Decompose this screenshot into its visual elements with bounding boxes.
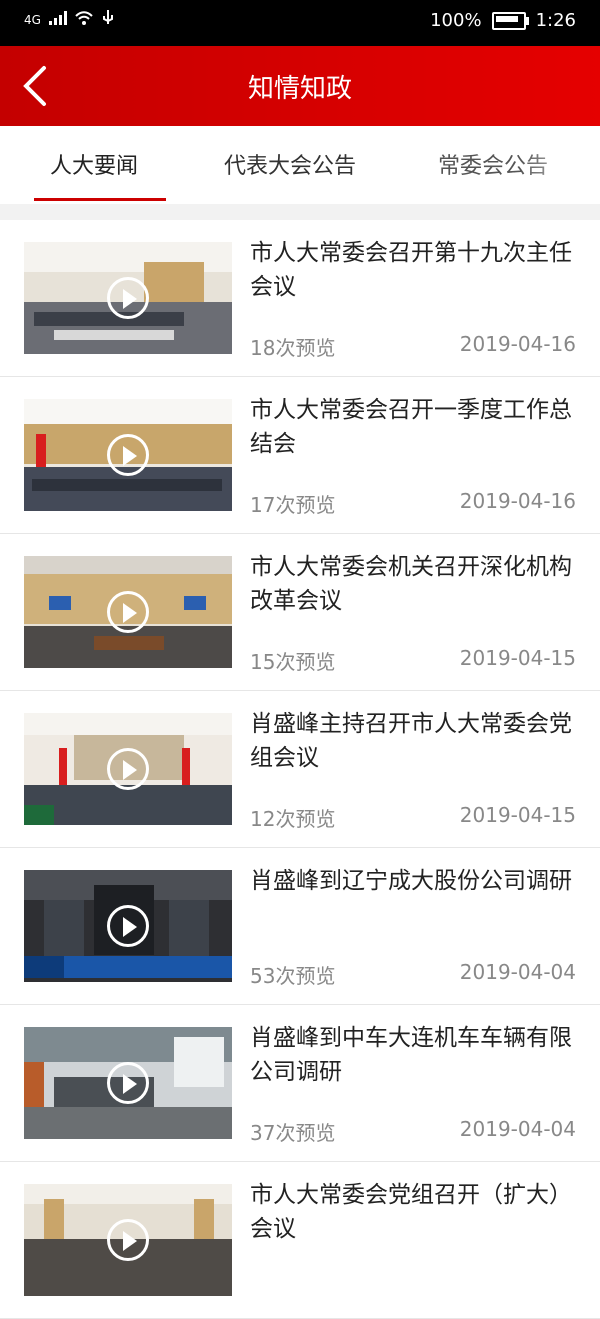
battery-icon — [491, 11, 529, 30]
news-title: 肖盛峰到中车大连机车车辆有限公司调研 — [250, 1025, 572, 1085]
list-item[interactable]: 市人大常委会党组召开（扩大）会议 — [0, 1162, 600, 1319]
publish-date: 2019-04-15 — [459, 803, 576, 827]
app-header: 知情知政 — [0, 46, 600, 126]
list-item[interactable]: 市人大常委会召开第十九次主任会议 18次预览 2019-04-16 — [0, 220, 600, 377]
news-title: 肖盛峰到辽宁成大股份公司调研 — [250, 868, 572, 894]
news-title: 市人大常委会机关召开深化机构改革会议 — [250, 554, 572, 614]
page-title: 知情知政 — [247, 74, 352, 104]
video-thumbnail — [24, 1184, 232, 1296]
status-right: 100% 1:26 — [430, 10, 576, 31]
news-list: 市人大常委会召开第十九次主任会议 18次预览 2019-04-16 市人大常委会… — [0, 220, 600, 1319]
wifi-icon — [75, 11, 93, 28]
status-time: 1:26 — [535, 10, 576, 31]
battery-percentage: 100% — [430, 10, 482, 31]
status-left: 4G — [24, 10, 115, 29]
play-icon[interactable] — [107, 748, 149, 790]
list-item[interactable]: 市人大常委会召开一季度工作总结会 17次预览 2019-04-16 — [0, 377, 600, 534]
video-thumbnail — [24, 870, 232, 982]
network-label: 4G — [24, 12, 41, 27]
tab-congress-notices[interactable]: 代表大会公告 — [224, 148, 356, 180]
video-thumbnail — [24, 556, 232, 668]
publish-date: 2019-04-16 — [459, 489, 576, 513]
view-count: 15次预览 — [250, 650, 336, 674]
news-title: 市人大常委会召开一季度工作总结会 — [250, 397, 572, 457]
tab-bar: 人大要闻 代表大会公告 常委会公告 — [0, 126, 600, 205]
play-icon[interactable] — [107, 434, 149, 476]
play-icon[interactable] — [107, 1219, 149, 1261]
video-thumbnail — [24, 399, 232, 511]
view-count: 18次预览 — [250, 336, 336, 360]
list-item[interactable]: 肖盛峰到辽宁成大股份公司调研 53次预览 2019-04-04 — [0, 848, 600, 1005]
video-thumbnail — [24, 713, 232, 825]
play-icon[interactable] — [107, 277, 149, 319]
publish-date: 2019-04-04 — [459, 1117, 576, 1141]
video-thumbnail — [24, 242, 232, 354]
view-count: 17次预览 — [250, 493, 336, 517]
usb-icon — [101, 10, 115, 29]
view-count: 53次预览 — [250, 964, 336, 988]
active-tab-indicator — [34, 198, 166, 201]
publish-date: 2019-04-15 — [459, 646, 576, 670]
view-count: 12次预览 — [250, 807, 336, 831]
play-icon[interactable] — [107, 1062, 149, 1104]
news-title: 市人大常委会召开第十九次主任会议 — [250, 240, 572, 300]
list-item[interactable]: 肖盛峰主持召开市人大常委会党组会议 12次预览 2019-04-15 — [0, 691, 600, 848]
view-count: 37次预览 — [250, 1121, 336, 1145]
status-bar: 4G 100% 1:26 — [0, 0, 600, 46]
play-icon[interactable] — [107, 591, 149, 633]
section-divider — [0, 204, 600, 220]
list-item[interactable]: 市人大常委会机关召开深化机构改革会议 15次预览 2019-04-15 — [0, 534, 600, 691]
tab-committee-notices[interactable]: 常委会公告 — [438, 148, 548, 180]
publish-date: 2019-04-16 — [459, 332, 576, 356]
publish-date: 2019-04-04 — [459, 960, 576, 984]
tab-news[interactable]: 人大要闻 — [50, 148, 138, 180]
news-title: 市人大常委会党组召开（扩大）会议 — [250, 1182, 572, 1242]
play-icon[interactable] — [107, 905, 149, 947]
news-title: 肖盛峰主持召开市人大常委会党组会议 — [250, 711, 572, 771]
list-item[interactable]: 肖盛峰到中车大连机车车辆有限公司调研 37次预览 2019-04-04 — [0, 1005, 600, 1162]
signal-icon — [48, 11, 67, 28]
video-thumbnail — [24, 1027, 232, 1139]
